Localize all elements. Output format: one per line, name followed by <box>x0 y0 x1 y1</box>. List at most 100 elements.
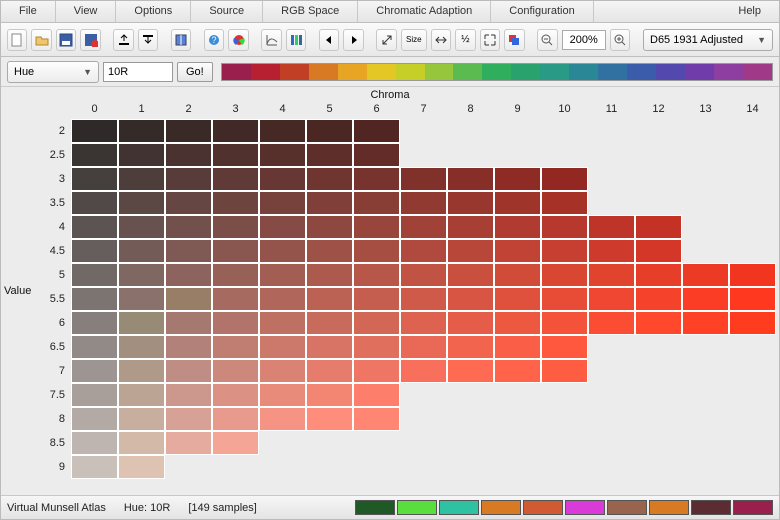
color-cell[interactable] <box>118 359 165 383</box>
color-cell[interactable] <box>494 335 541 359</box>
color-cell[interactable] <box>212 335 259 359</box>
color-cell[interactable] <box>259 119 306 143</box>
color-cell[interactable] <box>306 311 353 335</box>
color-cell[interactable] <box>212 167 259 191</box>
arrow-left-icon[interactable] <box>319 29 339 51</box>
color-cell[interactable] <box>353 287 400 311</box>
color-cell[interactable] <box>259 143 306 167</box>
color-cell[interactable] <box>494 191 541 215</box>
color-cell[interactable] <box>353 335 400 359</box>
color-cell[interactable] <box>71 311 118 335</box>
color-cell[interactable] <box>635 263 682 287</box>
color-cell[interactable] <box>165 335 212 359</box>
color-cell[interactable] <box>541 287 588 311</box>
color-cell[interactable] <box>306 383 353 407</box>
color-cell[interactable] <box>306 143 353 167</box>
color-cell[interactable] <box>212 119 259 143</box>
color-cell[interactable] <box>71 407 118 431</box>
menu-view[interactable]: View <box>56 1 116 22</box>
color-cell[interactable] <box>353 167 400 191</box>
color-cell[interactable] <box>729 263 776 287</box>
info-icon[interactable]: ? <box>204 29 224 51</box>
color-cell[interactable] <box>212 407 259 431</box>
color-cell[interactable] <box>212 239 259 263</box>
expand-icon[interactable] <box>480 29 500 51</box>
resize-diag-icon[interactable] <box>376 29 396 51</box>
color-cell[interactable] <box>212 431 259 455</box>
menu-config[interactable]: Configuration <box>491 1 592 22</box>
color-cell[interactable] <box>400 263 447 287</box>
color-cell[interactable] <box>71 335 118 359</box>
color-cell[interactable] <box>212 311 259 335</box>
zoom-level[interactable]: 200% <box>562 30 606 50</box>
menu-help[interactable]: Help <box>720 1 779 22</box>
color-cell[interactable] <box>541 215 588 239</box>
color-cell[interactable] <box>259 383 306 407</box>
bars-icon[interactable] <box>286 29 306 51</box>
color-cell[interactable] <box>447 239 494 263</box>
hue-selector-dropdown[interactable]: Hue ▼ <box>7 61 99 83</box>
color-cell[interactable] <box>165 431 212 455</box>
color-cell[interactable] <box>165 263 212 287</box>
color-cell[interactable] <box>353 119 400 143</box>
color-cell[interactable] <box>447 335 494 359</box>
color-cell[interactable] <box>447 287 494 311</box>
color-cell[interactable] <box>400 191 447 215</box>
color-cell[interactable] <box>447 215 494 239</box>
color-cell[interactable] <box>682 287 729 311</box>
color-cell[interactable] <box>494 263 541 287</box>
book-icon[interactable] <box>171 29 191 51</box>
color-cell[interactable] <box>71 167 118 191</box>
menu-rgbspace[interactable]: RGB Space <box>263 1 357 22</box>
color-cell[interactable] <box>306 359 353 383</box>
color-cell[interactable] <box>306 239 353 263</box>
color-cell[interactable] <box>165 311 212 335</box>
colorwheel-icon[interactable] <box>228 29 248 51</box>
profile-dropdown[interactable]: D65 1931 Adjusted ▼ <box>643 29 773 51</box>
import-icon[interactable] <box>113 29 133 51</box>
color-cell[interactable] <box>118 311 165 335</box>
color-cell[interactable] <box>165 191 212 215</box>
color-cell[interactable] <box>541 311 588 335</box>
color-cell[interactable] <box>71 239 118 263</box>
color-cell[interactable] <box>447 191 494 215</box>
color-cell[interactable] <box>306 119 353 143</box>
color-cell[interactable] <box>259 335 306 359</box>
color-cell[interactable] <box>635 311 682 335</box>
color-cell[interactable] <box>400 167 447 191</box>
resize-arrows-icon[interactable] <box>431 29 451 51</box>
color-cell[interactable] <box>447 359 494 383</box>
color-cell[interactable] <box>118 455 165 479</box>
color-cell[interactable] <box>400 215 447 239</box>
color-cell[interactable] <box>588 215 635 239</box>
new-icon[interactable] <box>7 29 27 51</box>
color-cell[interactable] <box>353 311 400 335</box>
color-cell[interactable] <box>118 431 165 455</box>
color-cell[interactable] <box>541 239 588 263</box>
color-cell[interactable] <box>447 167 494 191</box>
color-cell[interactable] <box>494 311 541 335</box>
hue-input[interactable] <box>103 62 173 82</box>
color-cell[interactable] <box>494 359 541 383</box>
color-cell[interactable] <box>212 287 259 311</box>
color-cell[interactable] <box>71 287 118 311</box>
color-cell[interactable] <box>541 191 588 215</box>
color-cell[interactable] <box>306 167 353 191</box>
color-cell[interactable] <box>212 263 259 287</box>
color-cell[interactable] <box>165 287 212 311</box>
color-cell[interactable] <box>259 215 306 239</box>
color-cell[interactable] <box>353 383 400 407</box>
color-cell[interactable] <box>165 359 212 383</box>
color-cell[interactable] <box>165 407 212 431</box>
overlap-icon[interactable] <box>504 29 524 51</box>
color-cell[interactable] <box>729 311 776 335</box>
color-cell[interactable] <box>353 143 400 167</box>
export-icon[interactable] <box>138 29 158 51</box>
go-button[interactable]: Go! <box>177 62 213 82</box>
color-cell[interactable] <box>400 359 447 383</box>
color-cell[interactable] <box>400 239 447 263</box>
color-cell[interactable] <box>118 383 165 407</box>
color-cell[interactable] <box>71 455 118 479</box>
color-cell[interactable] <box>588 311 635 335</box>
color-cell[interactable] <box>494 287 541 311</box>
